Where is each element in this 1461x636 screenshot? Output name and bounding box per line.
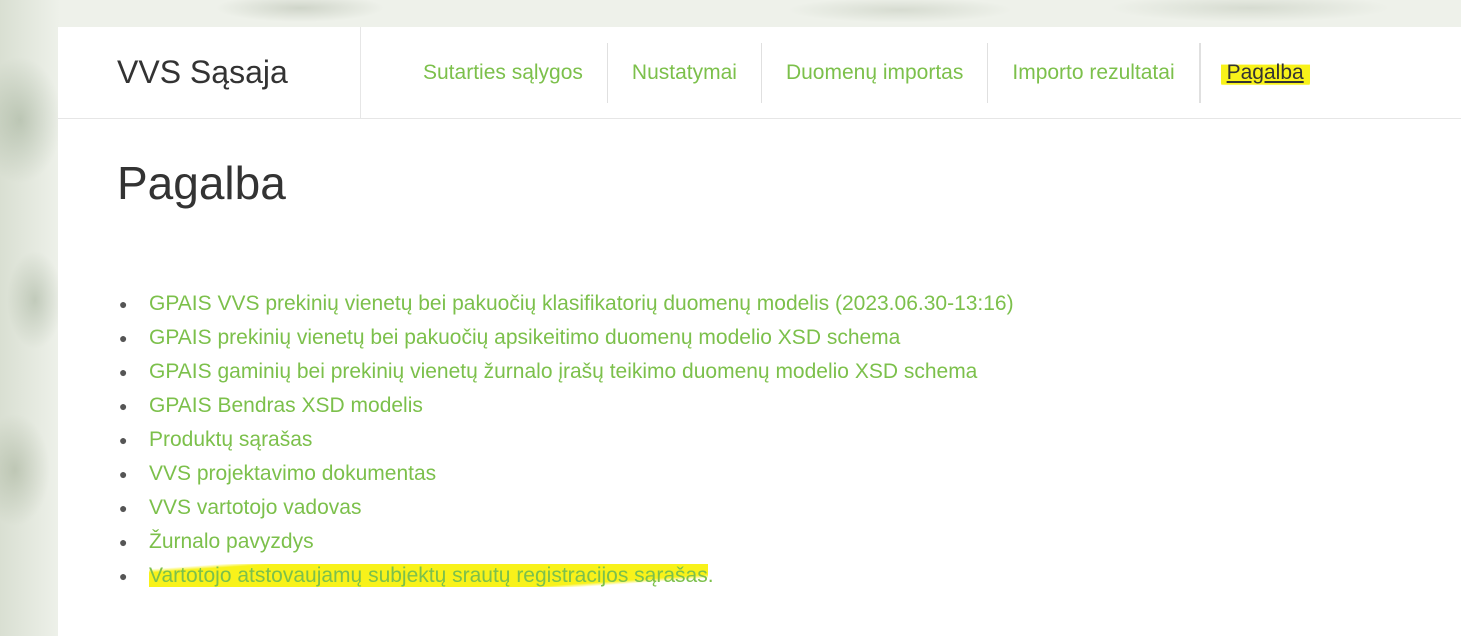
bullet-icon: ● <box>119 534 128 550</box>
nav-item-pagalba-label: Pagalba <box>1220 58 1310 87</box>
list-item: ● Produktų sąrašas <box>117 423 1461 457</box>
top-navbar: VVS Sąsaja Sutarties sąlygos Nustatymai … <box>58 27 1461 119</box>
main-panel: VVS Sąsaja Sutarties sąlygos Nustatymai … <box>58 27 1461 636</box>
main-nav: Sutarties sąlygos Nustatymai Duomenų imp… <box>399 27 1334 118</box>
list-item: ● Žurnalo pavyzdys <box>117 525 1461 559</box>
link-suffix: . <box>707 564 714 587</box>
page-title: Pagalba <box>117 157 286 209</box>
bullet-icon: ● <box>119 568 128 584</box>
nav-item-importo-rezultatai[interactable]: Importo rezultatai <box>988 42 1200 103</box>
help-link-produktu-sarasas[interactable]: Produktų sąrašas <box>149 428 312 451</box>
brand-title[interactable]: VVS Sąsaja <box>58 27 361 118</box>
list-item: ● GPAIS Bendras XSD modelis <box>117 389 1461 423</box>
bullet-icon: ● <box>119 432 128 448</box>
help-link-klasifikatoriu-modelis[interactable]: GPAIS VVS prekinių vienetų bei pakuočių … <box>149 292 1014 315</box>
list-item: ● Vartotojo atstovaujamų subjektų srautų … <box>117 559 1461 593</box>
bullet-icon: ● <box>119 296 128 312</box>
help-link-apsikeitimo-xsd[interactable]: GPAIS prekinių vienetų bei pakuočių apsi… <box>149 326 900 349</box>
nav-item-nustatymai[interactable]: Nustatymai <box>608 42 762 103</box>
nav-item-pagalba[interactable]: Pagalba <box>1199 42 1334 103</box>
list-item: ● GPAIS prekinių vienetų bei pakuočių aps… <box>117 321 1461 355</box>
list-item: ● GPAIS VVS prekinių vienetų bei pakuočių… <box>117 287 1461 321</box>
help-link-zurnalo-xsd[interactable]: GPAIS gaminių bei prekinių vienetų žurna… <box>149 360 977 383</box>
help-link-bendras-xsd[interactable]: GPAIS Bendras XSD modelis <box>149 394 423 417</box>
list-item: ● VVS vartotojo vadovas <box>117 491 1461 525</box>
help-link-projektavimo-dokumentas[interactable]: VVS projektavimo dokumentas <box>149 462 436 485</box>
bullet-icon: ● <box>119 330 128 346</box>
help-link-zurnalo-pavyzdys[interactable]: Žurnalo pavyzdys <box>149 530 314 553</box>
list-item: ● VVS projektavimo dokumentas <box>117 457 1461 491</box>
bullet-icon: ● <box>119 364 128 380</box>
nav-item-duomenu-importas[interactable]: Duomenų importas <box>762 42 989 103</box>
help-link-subjektu-srautu-sarasas[interactable]: Vartotojo atstovaujamų subjektų srautų r… <box>149 564 708 587</box>
help-links-list: ● GPAIS VVS prekinių vienetų bei pakuočių… <box>117 287 1461 593</box>
bullet-icon: ● <box>119 466 128 482</box>
help-link-vartotojo-vadovas[interactable]: VVS vartotojo vadovas <box>149 496 361 519</box>
nav-item-sutarties-salygos[interactable]: Sutarties sąlygos <box>399 42 608 103</box>
content-area: Pagalba ● GPAIS VVS prekinių vienetų bei … <box>58 119 1461 593</box>
bullet-icon: ● <box>119 500 128 516</box>
list-item: ● GPAIS gaminių bei prekinių vienetų žurn… <box>117 355 1461 389</box>
bullet-icon: ● <box>119 398 128 414</box>
